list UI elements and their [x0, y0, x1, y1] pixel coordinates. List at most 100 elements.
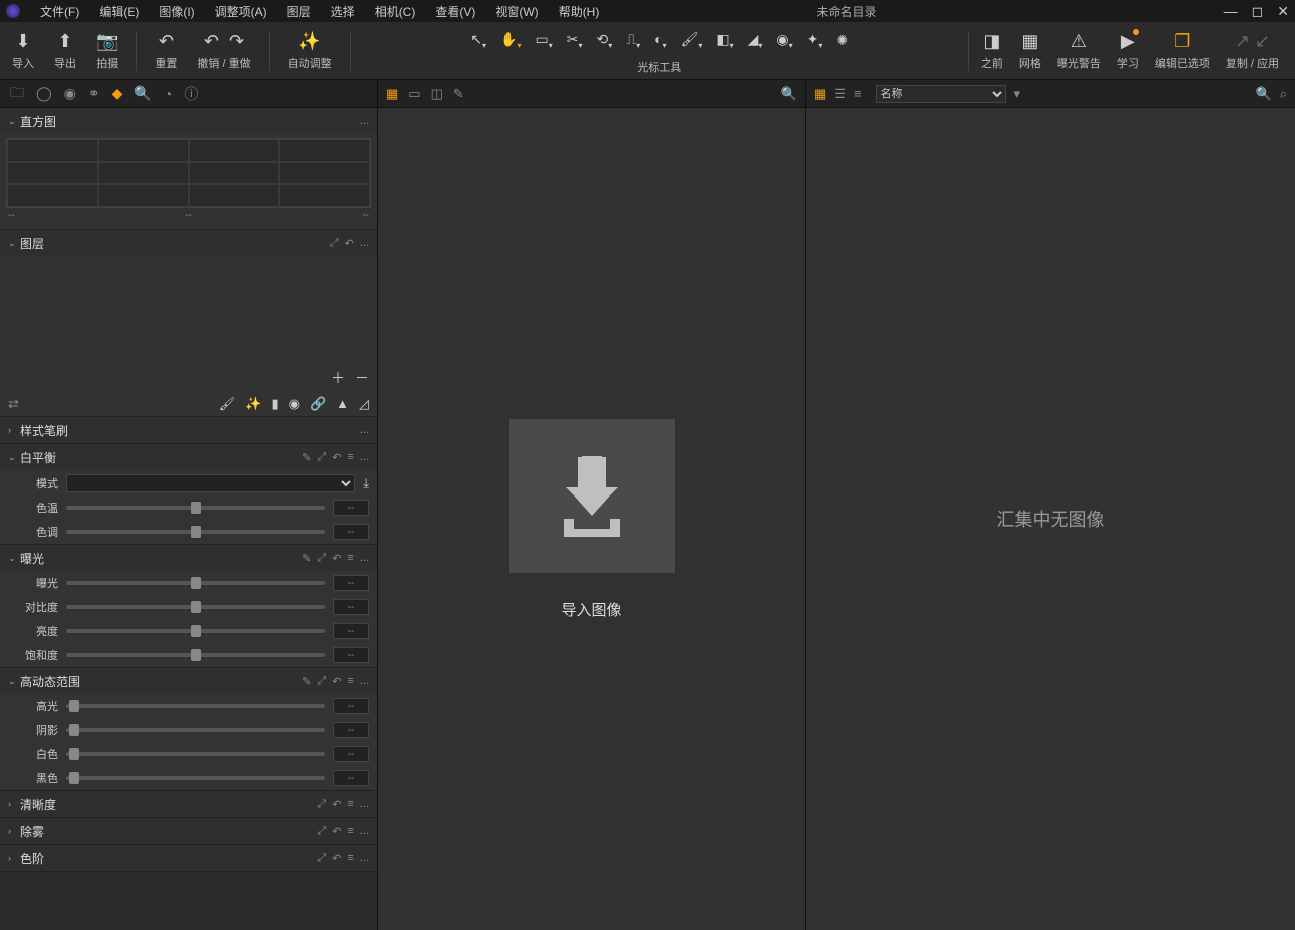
tab-lens-icon[interactable]: ◉	[64, 85, 76, 102]
expand-icon[interactable]: ⤢	[317, 798, 326, 811]
more-icon[interactable]: ...	[360, 552, 369, 565]
menu-select[interactable]: 选择	[321, 3, 365, 20]
tab-info-icon[interactable]: ⓘ	[184, 84, 198, 104]
crop-tool-icon[interactable]: ✂▾	[567, 31, 583, 50]
wb-mode-select[interactable]	[66, 474, 355, 492]
hdr-shadows-value[interactable]: --	[333, 722, 369, 738]
more-icon[interactable]: ...	[360, 852, 369, 865]
magic-brush-icon[interactable]: ✨	[245, 396, 261, 412]
wb-temp-value[interactable]: --	[333, 500, 369, 516]
tab-capture-icon[interactable]: ◯	[36, 85, 52, 102]
capture-button[interactable]: 📷拍摄	[90, 29, 124, 73]
exp-exposure-value[interactable]: --	[333, 575, 369, 591]
pointer-tool-icon[interactable]: ↖▾	[470, 31, 486, 50]
magic-tool-icon[interactable]: ✺	[836, 32, 848, 49]
maximize-icon[interactable]: ◻	[1252, 3, 1264, 20]
expand-icon[interactable]: ⤢	[317, 825, 326, 838]
zoom-icon[interactable]: 🔍	[781, 86, 797, 102]
close-icon[interactable]: ✕	[1277, 3, 1289, 20]
spot-tool-icon[interactable]: ◐▾	[654, 31, 666, 50]
undo-small-icon[interactable]: ↶	[332, 825, 341, 838]
eraser-icon[interactable]: ◿	[359, 396, 369, 412]
expand-icon[interactable]: ⤢	[317, 852, 326, 865]
panel-levels-header[interactable]: › 色阶 ⤢↶≡...	[0, 845, 377, 871]
tab-color-icon[interactable]: ⚭	[88, 85, 100, 102]
tab-search-icon[interactable]: 🔍	[134, 85, 151, 102]
copy-icon[interactable]: ≡	[347, 798, 353, 811]
picker-icon[interactable]: ✎	[302, 552, 311, 565]
link-icon[interactable]: 🔗	[310, 396, 326, 412]
menu-adjustments[interactable]: 调整项(A)	[205, 3, 277, 20]
menu-window[interactable]: 视窗(W)	[485, 3, 548, 20]
edited-button[interactable]: ❐编辑已选项	[1149, 29, 1216, 73]
expand-icon[interactable]: ⤢	[317, 451, 326, 464]
copy-icon[interactable]: ≡	[347, 675, 353, 688]
add-layer-icon[interactable]: ＋	[331, 368, 345, 388]
copy-icon[interactable]: ≡	[347, 451, 353, 464]
import-button[interactable]: ⬇导入	[6, 29, 40, 73]
hand-tool-icon[interactable]: ✋▾	[500, 31, 521, 50]
search-browser-icon[interactable]: ⌕	[1280, 86, 1287, 102]
tab-adjust-icon[interactable]: ◆	[112, 85, 123, 102]
thumb-grid-icon[interactable]: ▦	[814, 86, 826, 102]
more-icon[interactable]: ...	[360, 825, 369, 838]
hdr-black-value[interactable]: --	[333, 770, 369, 786]
menu-image[interactable]: 图像(I)	[149, 3, 204, 20]
filter-icon[interactable]: ▾	[1014, 86, 1021, 102]
radial-tool-icon[interactable]: ◉▾	[776, 31, 792, 50]
more-icon[interactable]: ...	[360, 424, 369, 436]
sort-select[interactable]: 名称	[876, 85, 1006, 103]
panel-dehaze-header[interactable]: › 除雾 ⤢↶≡...	[0, 818, 377, 844]
exp-brightness-value[interactable]: --	[333, 623, 369, 639]
expand-icon[interactable]: ⤢	[317, 675, 326, 688]
exp-saturation-slider[interactable]	[66, 653, 325, 657]
panel-hdr-header[interactable]: ⌄ 高动态范围 ✎⤢↶≡...	[0, 668, 377, 694]
gradient-icon[interactable]: ▮	[271, 396, 278, 412]
reset-button[interactable]: ↶重置	[149, 29, 183, 73]
undo-small-icon[interactable]: ↶	[332, 675, 341, 688]
undo-small-icon[interactable]: ↶	[332, 552, 341, 565]
panel-exposure-header[interactable]: ⌄ 曝光 ✎⤢↶≡...	[0, 545, 377, 571]
gradient-tool-icon[interactable]: ◢▾	[748, 31, 763, 50]
panel-layers-header[interactable]: ⌄ 图层 ⤢↶...	[0, 230, 377, 256]
menu-edit[interactable]: 编辑(E)	[89, 3, 149, 20]
shape-tool-icon[interactable]: ▭▾	[536, 31, 553, 50]
undo-small-icon[interactable]: ↶	[332, 798, 341, 811]
menu-help[interactable]: 帮助(H)	[549, 3, 610, 20]
menu-view[interactable]: 查看(V)	[425, 3, 485, 20]
hdr-highlights-value[interactable]: --	[333, 698, 369, 714]
brush-tool-icon[interactable]: 🖌▾	[681, 31, 703, 50]
hdr-white-value[interactable]: --	[333, 746, 369, 762]
grid-button[interactable]: ▦网格	[1013, 29, 1047, 73]
copy-icon[interactable]: ≡	[347, 552, 353, 565]
hdr-highlights-slider[interactable]	[66, 704, 325, 708]
heal-tool-icon[interactable]: ✦▾	[807, 31, 823, 50]
view-grid-icon[interactable]: ▦	[386, 86, 398, 102]
menu-layers[interactable]: 图层	[277, 3, 321, 20]
wb-tint-slider[interactable]	[66, 530, 325, 534]
tab-metadata-icon[interactable]: ◔	[164, 86, 172, 102]
more-icon[interactable]: ...	[360, 675, 369, 688]
learn-button[interactable]: ▶学习	[1111, 29, 1145, 73]
minimize-icon[interactable]: —	[1224, 3, 1238, 20]
thumb-list-icon[interactable]: ☰	[834, 86, 846, 102]
eyedropper-icon[interactable]: ⤓	[363, 475, 369, 491]
copy-icon[interactable]: ≡	[347, 825, 353, 838]
before-button[interactable]: ◨之前	[975, 29, 1009, 73]
thumb-detail-icon[interactable]: ≡	[854, 86, 862, 101]
expand-icon[interactable]: ⤢	[317, 552, 326, 565]
menu-file[interactable]: 文件(F)	[30, 3, 89, 20]
copy-icon[interactable]: ≡	[347, 852, 353, 865]
panel-histogram-header[interactable]: ⌄ 直方图 ...	[0, 108, 377, 134]
exp-saturation-value[interactable]: --	[333, 647, 369, 663]
hdr-shadows-slider[interactable]	[66, 728, 325, 732]
more-icon[interactable]: ...	[360, 237, 369, 250]
more-icon[interactable]: ...	[360, 451, 369, 464]
wb-temp-slider[interactable]	[66, 506, 325, 510]
erase-tool-icon[interactable]: ◧▾	[716, 31, 733, 50]
zoom-browser-icon[interactable]: 🔍	[1256, 86, 1272, 102]
tab-library-icon[interactable]: 🗀	[10, 82, 24, 106]
undo-small-icon[interactable]: ↶	[332, 451, 341, 464]
more-icon[interactable]: ...	[360, 115, 369, 127]
hdr-black-slider[interactable]	[66, 776, 325, 780]
